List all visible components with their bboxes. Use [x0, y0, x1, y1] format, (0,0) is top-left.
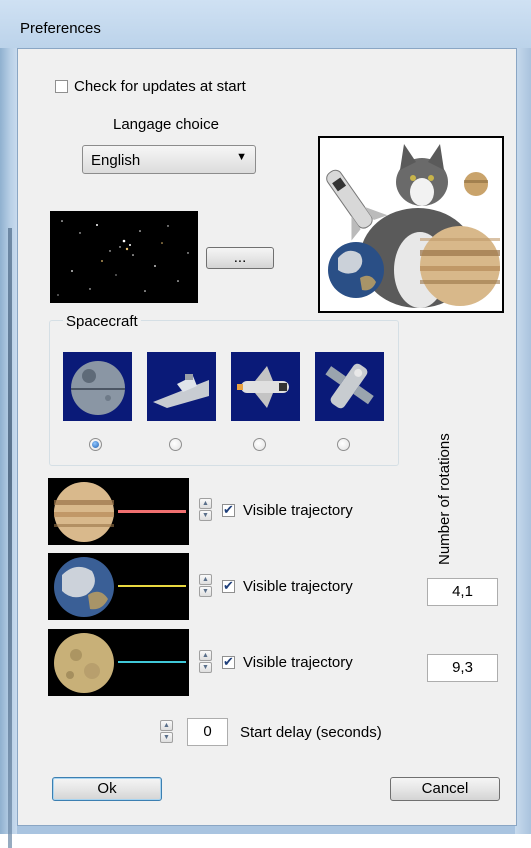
language-selected-value: English: [91, 152, 141, 169]
planet-2-rotations-input[interactable]: 4,1: [427, 578, 498, 606]
ok-button[interactable]: Ok: [52, 777, 162, 801]
planet-1-spinner[interactable]: ▲ ▼: [199, 498, 212, 522]
trajectory-line: [118, 661, 186, 663]
spacecraft-radio-3[interactable]: [253, 438, 266, 451]
window-border-left: [0, 48, 17, 848]
chevron-down-icon: ▼: [236, 151, 247, 163]
spinner-down-icon[interactable]: ▼: [199, 586, 212, 597]
rotations-label: Number of rotations: [436, 433, 453, 565]
spacecraft-radio-4[interactable]: [337, 438, 350, 451]
window-border-right: [515, 48, 531, 834]
trajectory-line: [118, 585, 186, 587]
browse-background-button[interactable]: ...: [206, 247, 274, 269]
spinner-down-icon[interactable]: ▼: [160, 732, 173, 743]
planet-row-2: [48, 553, 189, 620]
start-delay-input[interactable]: 0: [187, 718, 228, 746]
spinner-up-icon[interactable]: ▲: [199, 574, 212, 585]
preview-image: [318, 136, 504, 313]
check-updates-label: Check for updates at start: [74, 78, 246, 95]
spacecraft-radio-1[interactable]: [89, 438, 102, 451]
satellite-icon[interactable]: [315, 352, 384, 421]
start-delay-spinner[interactable]: ▲ ▼: [160, 720, 173, 744]
check-updates-checkbox[interactable]: [55, 80, 68, 93]
planet-2-spinner[interactable]: ▲ ▼: [199, 574, 212, 598]
planet-3-trajectory-label: Visible trajectory: [243, 654, 353, 671]
space-shuttle-icon[interactable]: [231, 352, 300, 421]
death-star-icon[interactable]: [63, 352, 132, 421]
planet-row-1: [48, 478, 189, 545]
window-title: Preferences: [20, 20, 101, 37]
planet-3-rotations-input[interactable]: 9,3: [427, 654, 498, 682]
trajectory-line: [118, 510, 186, 513]
spacecraft-radio-2[interactable]: [169, 438, 182, 451]
planet-row-3: [48, 629, 189, 696]
spacecraft-label: Spacecraft: [63, 313, 141, 330]
spinner-up-icon[interactable]: ▲: [199, 650, 212, 661]
background-image-preview: [50, 211, 198, 303]
language-select[interactable]: English ▼: [82, 145, 256, 174]
language-label: Langage choice: [113, 116, 219, 133]
star-destroyer-icon[interactable]: [147, 352, 216, 421]
spinner-up-icon[interactable]: ▲: [160, 720, 173, 731]
spinner-up-icon[interactable]: ▲: [199, 498, 212, 509]
planet-3-trajectory-checkbox[interactable]: [222, 654, 235, 670]
title-bar[interactable]: Preferences: [0, 0, 531, 48]
planet-2-trajectory-label: Visible trajectory: [243, 578, 353, 595]
planet-1-trajectory-checkbox[interactable]: [222, 502, 235, 518]
spinner-down-icon[interactable]: ▼: [199, 510, 212, 521]
planet-3-spinner[interactable]: ▲ ▼: [199, 650, 212, 674]
start-delay-label: Start delay (seconds): [240, 724, 382, 741]
planet-2-trajectory-checkbox[interactable]: [222, 578, 235, 594]
cancel-button[interactable]: Cancel: [390, 777, 500, 801]
planet-1-trajectory-label: Visible trajectory: [243, 502, 353, 519]
spinner-down-icon[interactable]: ▼: [199, 662, 212, 673]
